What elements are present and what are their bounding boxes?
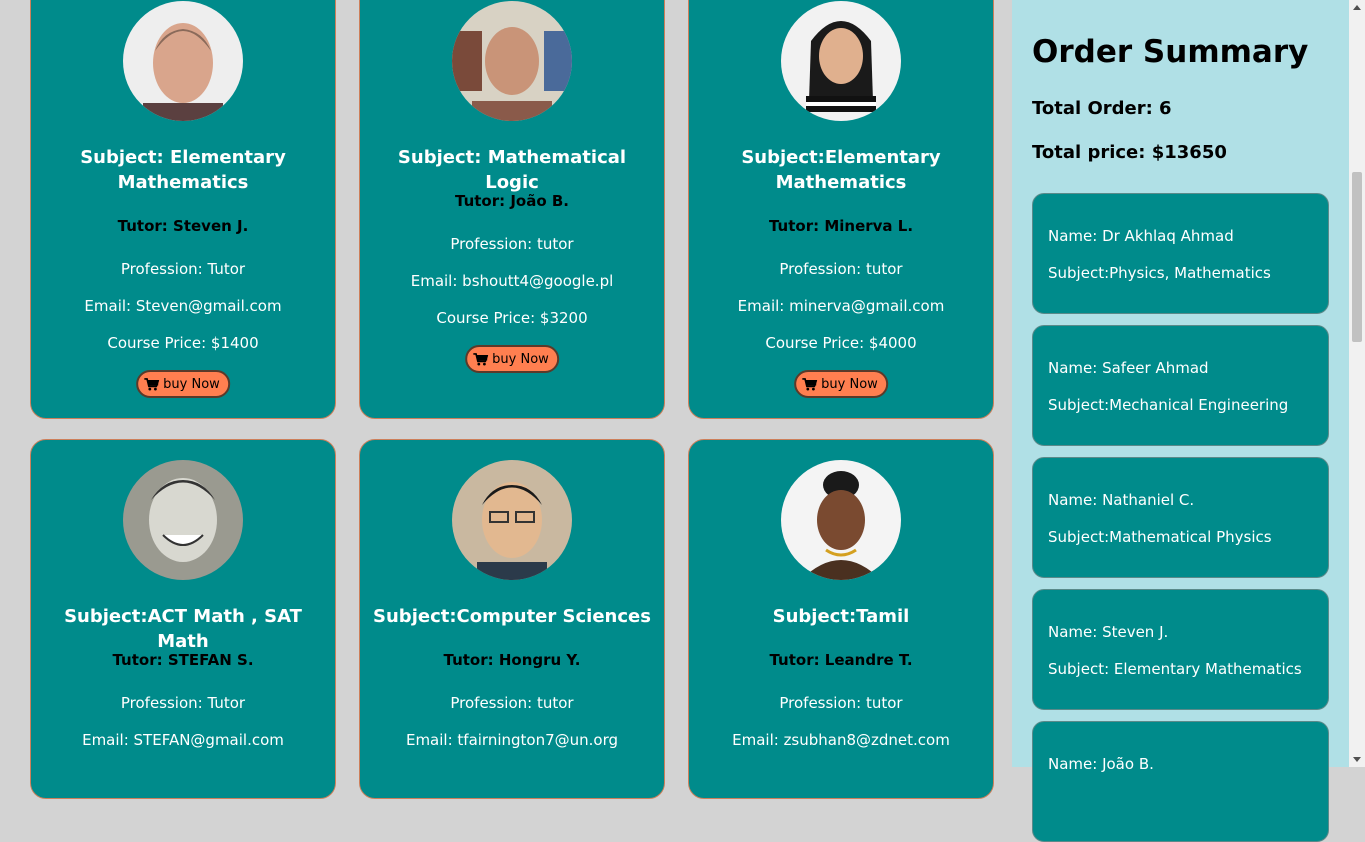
- tutor-avatar: [452, 460, 572, 580]
- tutor-profession: Profession: tutor: [779, 260, 903, 278]
- buy-now-label: buy Now: [821, 376, 878, 392]
- tutor-avatar: [123, 460, 243, 580]
- shopping-cart-icon: [473, 352, 489, 366]
- tutor-avatar: [781, 1, 901, 121]
- page-scrollbar[interactable]: [1349, 0, 1365, 767]
- order-item: Name: Nathaniel C. Subject:Mathematical …: [1032, 457, 1329, 578]
- tutor-email: Email: zsubhan8@zdnet.com: [732, 731, 950, 749]
- order-item-name: Name: Dr Akhlaq Ahmad: [1048, 227, 1234, 245]
- tutor-subject: Subject:Tamil: [772, 606, 910, 627]
- tutor-name: Tutor: STEFAN S.: [112, 651, 254, 669]
- tutor-card: Subject:Tamil Tutor: Leandre T. Professi…: [688, 439, 994, 799]
- tutor-card: Subject:ACT Math , SAT Math Tutor: STEFA…: [30, 439, 336, 799]
- tutor-name: Tutor: Leandre T.: [769, 651, 913, 669]
- total-price: Total price: $13650: [1032, 142, 1227, 163]
- tutor-name: Tutor: João B.: [454, 192, 570, 210]
- buy-now-button[interactable]: buy Now: [465, 345, 559, 373]
- tutor-card: Subject: Mathematical Logic Tutor: João …: [359, 0, 665, 419]
- tutor-subject: Subject: Mathematical Logic: [397, 147, 627, 193]
- tutor-subject: Subject:Elementary Mathematics: [741, 147, 941, 193]
- order-item: Name: Dr Akhlaq Ahmad Subject:Physics, M…: [1032, 193, 1329, 314]
- tutor-avatar: [452, 1, 572, 121]
- tutor-email: Email: STEFAN@gmail.com: [82, 731, 284, 749]
- tutor-grid: Subject: Elementary Mathematics Tutor: S…: [0, 0, 1012, 799]
- tutor-card: Subject:Computer Sciences Tutor: Hongru …: [359, 439, 665, 799]
- tutor-email: Email: Steven@gmail.com: [84, 297, 282, 315]
- tutor-avatar: [781, 460, 901, 580]
- tutor-profession: Profession: Tutor: [120, 260, 246, 278]
- buy-now-label: buy Now: [163, 376, 220, 392]
- total-order: Total Order: 6: [1032, 98, 1172, 119]
- order-item-name: Name: Safeer Ahmad: [1048, 359, 1209, 377]
- tutor-profession: Profession: Tutor: [120, 694, 246, 712]
- tutor-email: Email: minerva@gmail.com: [737, 297, 945, 315]
- order-item-name: Name: João B.: [1048, 755, 1154, 773]
- tutor-profession: Profession: tutor: [450, 235, 574, 253]
- tutor-price: Course Price: $4000: [765, 334, 917, 352]
- tutor-profession: Profession: tutor: [779, 694, 903, 712]
- buy-now-button[interactable]: buy Now: [136, 370, 230, 398]
- tutor-card: Subject: Elementary Mathematics Tutor: S…: [30, 0, 336, 419]
- scroll-up-icon[interactable]: [1353, 5, 1361, 10]
- order-item-subject: Subject:Mechanical Engineering: [1048, 396, 1289, 414]
- tutor-email: Email: bshoutt4@google.pl: [410, 272, 614, 290]
- tutor-subject: Subject:ACT Math , SAT Math: [64, 606, 302, 652]
- buy-now-label: buy Now: [492, 351, 549, 367]
- order-item-name: Name: Nathaniel C.: [1048, 491, 1195, 509]
- order-item: Name: Safeer Ahmad Subject:Mechanical En…: [1032, 325, 1329, 446]
- order-item-subject: Subject:Physics, Mathematics: [1048, 264, 1271, 282]
- tutor-subject: Subject: Elementary Mathematics: [80, 147, 286, 193]
- order-summary-title: Order Summary: [1032, 34, 1309, 70]
- tutor-profession: Profession: tutor: [450, 694, 574, 712]
- tutor-name: Tutor: Hongru Y.: [443, 651, 581, 669]
- tutor-card: Subject:Elementary Mathematics Tutor: Mi…: [688, 0, 994, 419]
- order-item: Name: Steven J. Subject: Elementary Math…: [1032, 589, 1329, 710]
- scroll-down-icon[interactable]: [1353, 757, 1361, 762]
- tutor-price: Course Price: $1400: [107, 334, 259, 352]
- order-item-subject: Subject: Elementary Mathematics: [1048, 660, 1302, 678]
- shopping-cart-icon: [802, 377, 818, 391]
- buy-now-button[interactable]: buy Now: [794, 370, 888, 398]
- tutor-email: Email: tfairnington7@un.org: [405, 731, 619, 749]
- scrollbar-thumb[interactable]: [1352, 172, 1362, 342]
- tutor-price: Course Price: $3200: [436, 309, 588, 327]
- order-summary-panel: Order Summary Total Order: 6 Total price…: [1012, 0, 1349, 842]
- order-item: Name: João B.: [1032, 721, 1329, 842]
- tutor-name: Tutor: Minerva L.: [768, 217, 914, 235]
- tutor-name: Tutor: Steven J.: [117, 217, 249, 235]
- order-item-subject: Subject:Mathematical Physics: [1048, 528, 1272, 546]
- tutor-avatar: [123, 1, 243, 121]
- tutor-subject: Subject:Computer Sciences: [373, 606, 651, 627]
- shopping-cart-icon: [144, 377, 160, 391]
- order-item-name: Name: Steven J.: [1048, 623, 1169, 641]
